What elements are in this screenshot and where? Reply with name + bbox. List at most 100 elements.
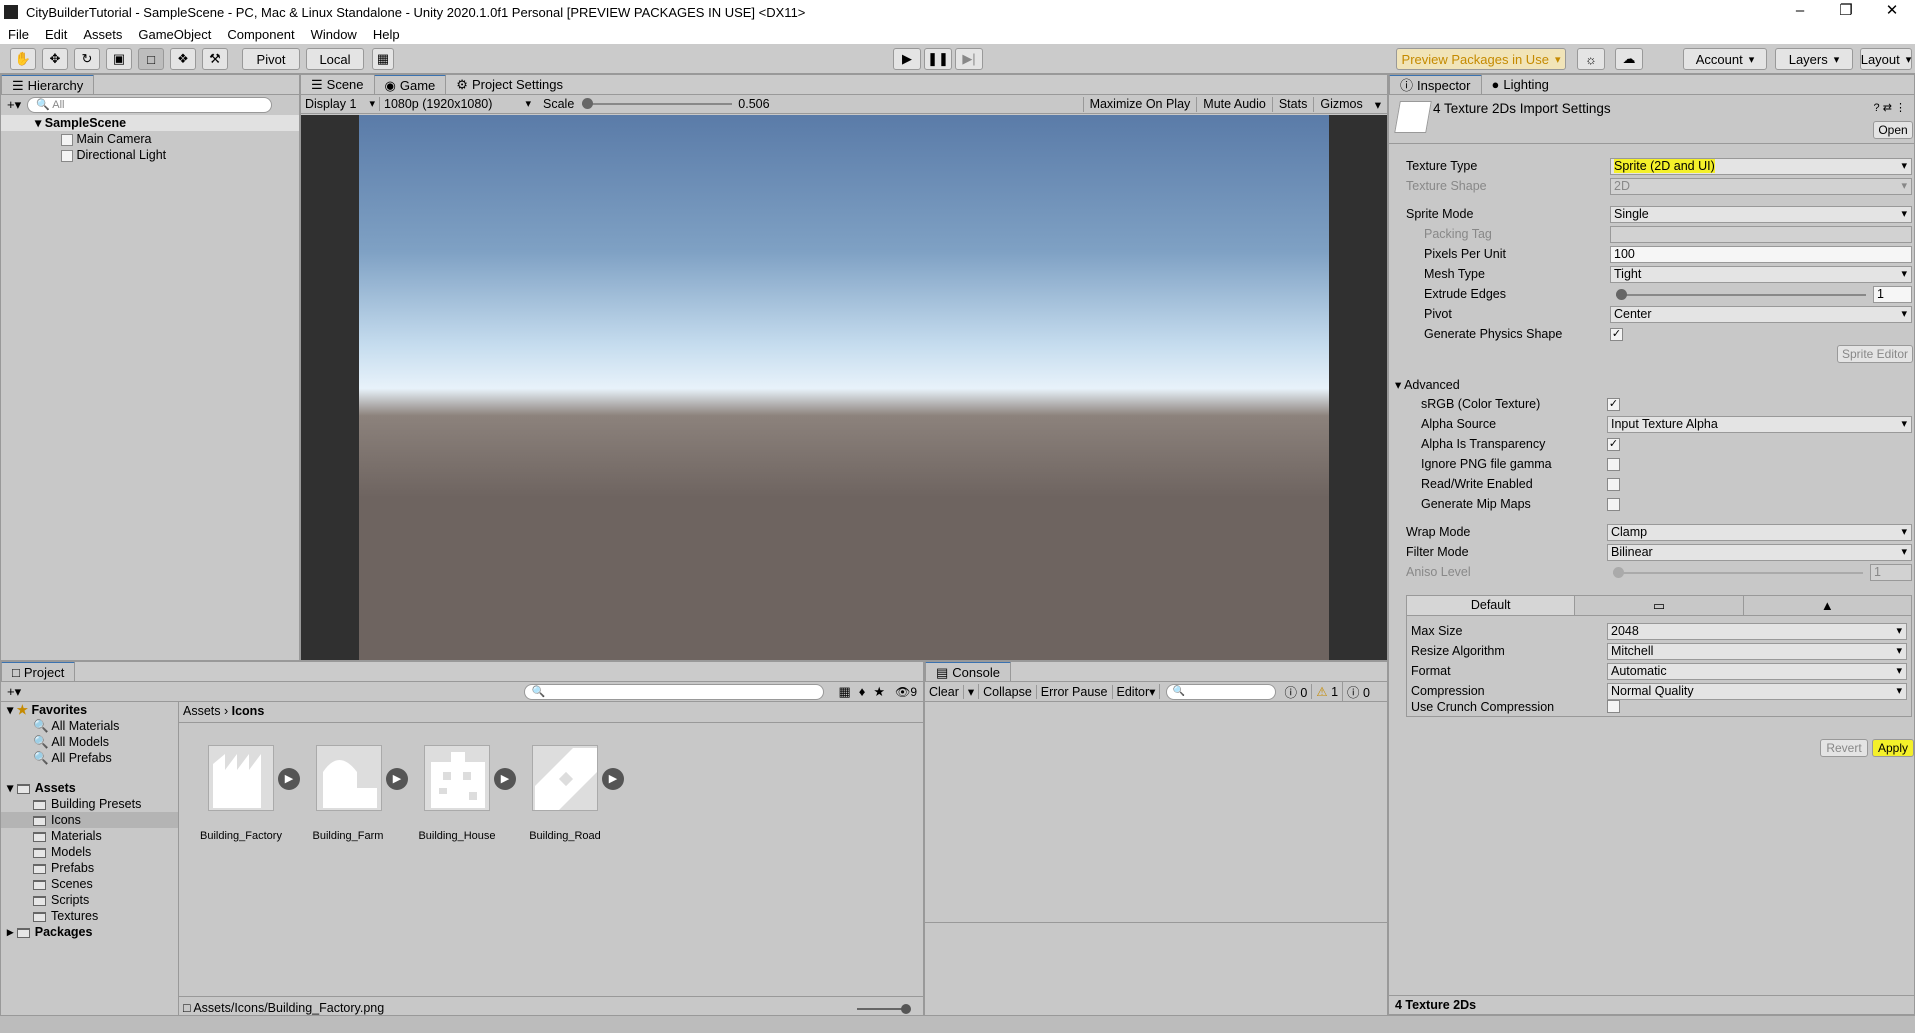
resize-algorithm-dropdown[interactable]: Mitchell bbox=[1607, 643, 1907, 660]
error-pause-button[interactable]: Error Pause bbox=[1037, 684, 1113, 699]
folder-item[interactable]: Models bbox=[1, 844, 178, 860]
menu-edit[interactable]: Edit bbox=[37, 27, 75, 42]
assets-root-row[interactable]: ▾ Assets bbox=[1, 780, 178, 796]
favorite-star-icon[interactable]: ★ bbox=[869, 684, 889, 700]
editor-dropdown[interactable]: Editor▾ bbox=[1113, 684, 1161, 699]
filter-label-icon[interactable]: ♦ bbox=[855, 684, 870, 699]
compression-dropdown[interactable]: Normal Quality bbox=[1607, 683, 1907, 700]
pivot-toggle[interactable]: Pivot bbox=[242, 48, 300, 70]
gen-physics-checkbox[interactable]: ✓ bbox=[1610, 328, 1623, 341]
mute-audio-button[interactable]: Mute Audio bbox=[1196, 96, 1272, 112]
transform-tool-icon[interactable]: ❖ bbox=[170, 48, 196, 70]
close-icon[interactable]: ✕ bbox=[1869, 0, 1915, 24]
scale-slider[interactable] bbox=[582, 98, 733, 110]
clear-options-icon[interactable]: ▾ bbox=[964, 684, 980, 699]
tab-scene[interactable]: ☰ Scene bbox=[301, 75, 374, 94]
preview-packages-button[interactable]: Preview Packages in Use bbox=[1396, 48, 1566, 70]
asset-thumbnail-farm[interactable] bbox=[316, 745, 382, 811]
hierarchy-item[interactable]: Main Camera bbox=[1, 131, 299, 147]
menu-window[interactable]: Window bbox=[303, 27, 365, 42]
texture-type-dropdown[interactable]: Sprite (2D and UI) bbox=[1610, 158, 1912, 175]
hierarchy-search-input[interactable]: 🔍 All bbox=[27, 97, 273, 113]
tab-game[interactable]: ◉ Game bbox=[373, 75, 447, 94]
sprite-mode-dropdown[interactable]: Single bbox=[1610, 206, 1912, 223]
move-tool-icon[interactable]: ✥ bbox=[42, 48, 68, 70]
advanced-foldout[interactable]: ▾ Advanced bbox=[1395, 377, 1460, 392]
tab-hierarchy[interactable]: ☰ Hierarchy bbox=[1, 75, 95, 94]
menu-gameobject[interactable]: GameObject bbox=[130, 27, 219, 42]
scene-row[interactable]: ▾ SampleScene bbox=[1, 115, 299, 131]
collab-icon[interactable]: ☼ bbox=[1577, 48, 1605, 70]
tab-inspector[interactable]: ⓘ Inspector bbox=[1389, 75, 1482, 94]
standalone-platform-icon[interactable]: ▭ bbox=[1574, 596, 1742, 615]
texture-shape-dropdown[interactable]: 2D bbox=[1610, 178, 1912, 195]
filter-type-icon[interactable]: ▦ bbox=[834, 684, 854, 700]
extrude-edges-input[interactable]: 1 bbox=[1873, 286, 1912, 303]
pixels-per-unit-input[interactable]: 100 bbox=[1610, 246, 1912, 263]
extrude-edges-slider[interactable] bbox=[1616, 294, 1866, 296]
android-platform-icon[interactable]: ▲ bbox=[1742, 596, 1911, 615]
asset-thumbnail-house[interactable] bbox=[424, 745, 490, 811]
favorite-item[interactable]: 🔍 All Models bbox=[1, 734, 178, 750]
clear-button[interactable]: Clear bbox=[925, 684, 964, 699]
gizmos-button[interactable]: Gizmos bbox=[1313, 96, 1368, 112]
tab-platform-default[interactable]: Default bbox=[1407, 596, 1575, 615]
icon-size-slider[interactable] bbox=[857, 1008, 907, 1010]
expand-sprite-icon[interactable]: ▶ bbox=[494, 768, 516, 790]
account-dropdown[interactable]: Account bbox=[1683, 48, 1767, 70]
message-count[interactable]: ⓘ 0 bbox=[1342, 682, 1374, 701]
apply-button[interactable]: Apply bbox=[1872, 739, 1914, 757]
collapse-button[interactable]: Collapse bbox=[979, 684, 1037, 699]
cloud-icon[interactable]: ☁ bbox=[1615, 48, 1643, 70]
help-icon[interactable]: ? ⇄ ⋮ bbox=[1874, 101, 1906, 114]
pivot-dropdown[interactable]: Center bbox=[1610, 306, 1912, 323]
folder-item-selected[interactable]: Icons bbox=[1, 812, 178, 828]
scale-tool-icon[interactable]: ▣ bbox=[106, 48, 132, 70]
maximize-on-play-button[interactable]: Maximize On Play bbox=[1082, 96, 1197, 112]
aniso-level-thumb[interactable] bbox=[1613, 567, 1624, 578]
project-search-input[interactable]: 🔍 bbox=[524, 683, 825, 700]
aniso-level-input[interactable]: 1 bbox=[1870, 564, 1912, 581]
resolution-dropdown[interactable]: 1080p (1920x1080) bbox=[379, 97, 535, 111]
extrude-edges-thumb[interactable] bbox=[1616, 289, 1627, 300]
add-icon[interactable]: +▾ bbox=[7, 97, 21, 113]
mip-maps-checkbox[interactable] bbox=[1607, 498, 1620, 511]
layers-dropdown[interactable]: Layers bbox=[1775, 48, 1853, 70]
expand-sprite-icon[interactable]: ▶ bbox=[386, 768, 408, 790]
play-button[interactable]: ▶ bbox=[893, 48, 921, 70]
alpha-transparency-checkbox[interactable]: ✓ bbox=[1607, 438, 1620, 451]
packages-row[interactable]: ▸ Packages bbox=[1, 924, 178, 940]
grid-snap-icon[interactable]: ▦ bbox=[372, 48, 394, 70]
step-button[interactable]: ▶| bbox=[955, 48, 983, 70]
rect-tool-icon[interactable]: □ bbox=[138, 48, 164, 70]
local-toggle[interactable]: Local bbox=[306, 48, 364, 70]
favorite-item[interactable]: 🔍 All Prefabs bbox=[1, 750, 178, 766]
open-button[interactable]: Open bbox=[1873, 121, 1913, 139]
alpha-source-dropdown[interactable]: Input Texture Alpha bbox=[1607, 416, 1912, 433]
breadcrumb-assets[interactable]: Assets bbox=[183, 704, 221, 718]
menu-help[interactable]: Help bbox=[365, 27, 408, 42]
menu-file[interactable]: File bbox=[0, 27, 37, 42]
packing-tag-input[interactable] bbox=[1610, 226, 1912, 243]
error-count[interactable]: ⓘ 0 bbox=[1280, 682, 1311, 701]
breadcrumb-icons[interactable]: Icons bbox=[232, 704, 265, 718]
expand-sprite-icon[interactable]: ▶ bbox=[278, 768, 300, 790]
sprite-editor-button[interactable]: Sprite Editor bbox=[1837, 345, 1913, 363]
aniso-level-slider[interactable] bbox=[1613, 572, 1863, 574]
minimize-icon[interactable]: – bbox=[1777, 0, 1823, 24]
asset-thumbnail-road[interactable] bbox=[532, 745, 598, 811]
hidden-packages-toggle[interactable]: 👁9 bbox=[889, 685, 923, 699]
max-size-dropdown[interactable]: 2048 bbox=[1607, 623, 1907, 640]
icon-size-thumb[interactable] bbox=[901, 1004, 911, 1014]
gizmos-dropdown-icon[interactable]: ▾ bbox=[1369, 97, 1387, 112]
menu-component[interactable]: Component bbox=[219, 27, 302, 42]
restore-icon[interactable]: ❐ bbox=[1823, 0, 1869, 24]
favorite-item[interactable]: 🔍 All Materials bbox=[1, 718, 178, 734]
expand-sprite-icon[interactable]: ▶ bbox=[602, 768, 624, 790]
folder-item[interactable]: Scripts bbox=[1, 892, 178, 908]
favorites-row[interactable]: ▾ ★ Favorites bbox=[1, 702, 178, 718]
game-render[interactable] bbox=[359, 115, 1329, 660]
tab-project-settings[interactable]: ⚙ Project Settings bbox=[446, 75, 573, 94]
add-asset-icon[interactable]: +▾ bbox=[7, 684, 21, 700]
read-write-checkbox[interactable] bbox=[1607, 478, 1620, 491]
